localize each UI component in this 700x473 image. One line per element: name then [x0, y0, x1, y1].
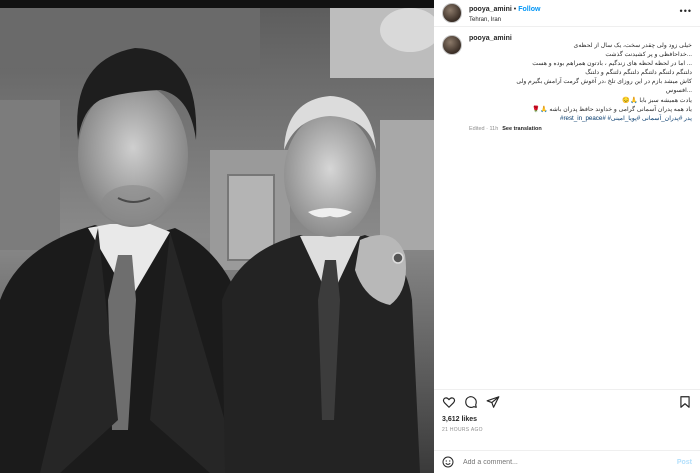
post-comment-button[interactable]: Post — [677, 459, 692, 466]
location-link[interactable]: Tehran, Iran — [469, 15, 540, 25]
caption-line: خیلی زود ولی چقدر سخت، یک سال از لحظه‌ی — [573, 42, 692, 49]
caption-hashtags[interactable]: پدر #پدران_آسمانی #پویا_امینی# #rest_in_… — [469, 115, 692, 122]
like-count[interactable]: 3,612 likes — [434, 409, 700, 423]
follow-button[interactable]: Follow — [518, 6, 540, 13]
emoji-icon[interactable] — [442, 456, 454, 468]
caption-avatar[interactable] — [442, 35, 462, 55]
caption-line: کاش میشد بازم در این روزای تلخ ،در آغوش … — [516, 78, 692, 86]
share-icon[interactable] — [486, 395, 500, 409]
bookmark-icon[interactable] — [678, 395, 692, 409]
comment-bar: Post — [434, 450, 700, 473]
caption-text: خیلی زود ولی چقدر سخت، یک سال از لحظه‌ی … — [469, 41, 692, 114]
post-time[interactable]: 21 HOURS AGO — [434, 423, 700, 433]
header-text: pooya_amini • Follow Tehran, Iran — [469, 2, 540, 25]
more-horizontal-icon[interactable]: ••• — [680, 6, 692, 16]
action-icons — [434, 390, 700, 409]
post-header: pooya_amini • Follow Tehran, Iran ••• — [434, 0, 700, 27]
caption-line: ... اما در لحظه لحظه های زندگیم ، بادتون… — [532, 60, 692, 68]
edited-label: Edited · 11h — [469, 125, 499, 132]
separator-dot: • — [513, 5, 517, 13]
post-side-panel: pooya_amini • Follow Tehran, Iran ••• pooy… — [434, 0, 700, 473]
post-photo[interactable] — [0, 0, 434, 473]
caption-body: pooya_amini خیلی زود ولی چقدر سخت، یک سا… — [469, 35, 692, 132]
caption-line: ...افسوس — [665, 87, 692, 95]
photo-illustration — [0, 0, 434, 473]
caption-line: یاد همه پدران آسمانی گرامی و خداوند حافظ… — [532, 105, 692, 113]
post-actions: 3,612 likes 21 HOURS AGO — [434, 389, 700, 433]
caption-meta: Edited · 11h See translation — [469, 126, 692, 132]
comment-icon[interactable] — [464, 395, 478, 409]
caption-line: ...خداحافظی و پر کشیدنت گذشت — [605, 51, 692, 59]
comment-input[interactable] — [463, 458, 677, 466]
avatar[interactable] — [442, 3, 462, 23]
header-username[interactable]: pooya_amini — [469, 6, 512, 13]
see-translation-link[interactable]: See translation — [502, 126, 541, 132]
caption-line: دلتنگم دلتنگم دلتنگم دلتنگم دلتنگم و دلت… — [585, 69, 692, 77]
heart-icon[interactable] — [442, 395, 456, 409]
caption: pooya_amini خیلی زود ولی چقدر سخت، یک سا… — [434, 27, 700, 132]
caption-line: یادت همیشه سبز بابا 🙏😔 — [622, 96, 692, 104]
